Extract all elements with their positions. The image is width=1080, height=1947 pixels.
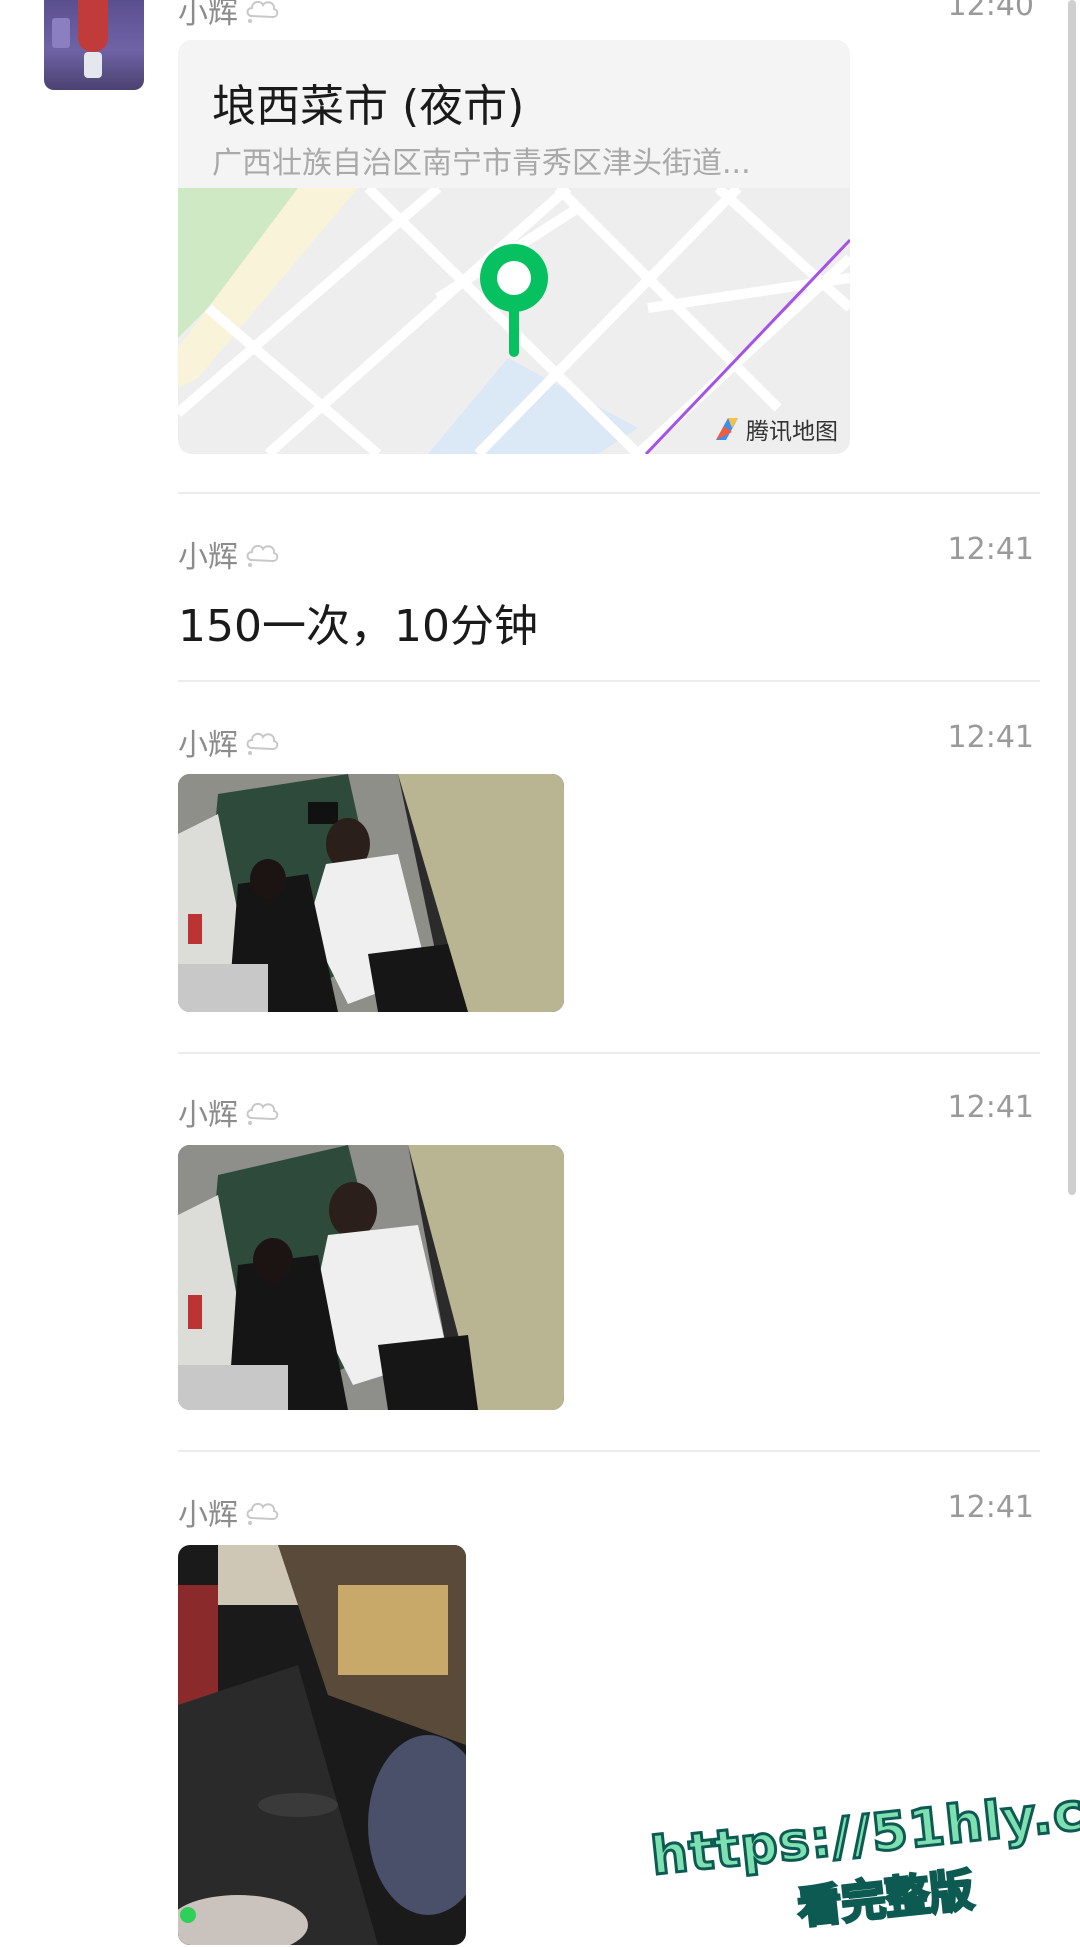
avatar[interactable] [44,0,144,90]
sender-name: 小辉 [178,532,280,576]
thought-bubble-icon [246,0,279,23]
avatar-figure [78,0,108,52]
message-divider [178,492,1040,494]
photo-message[interactable] [178,774,564,1012]
message-time: 12:41 [947,1090,1034,1125]
avatar-figure-base [84,52,102,78]
thought-bubble-icon [246,1102,279,1125]
thought-bubble-icon [246,544,279,567]
message-time: 12:40 [947,0,1034,23]
sender-name: 小辉 [178,0,280,32]
scrollbar-thumb[interactable] [1068,0,1076,1195]
message-time: 12:41 [947,720,1034,755]
sender-name: 小辉 [178,1490,280,1534]
photo-message[interactable] [178,1545,466,1945]
message-divider [178,680,1040,682]
location-header: 埌西菜市 (夜市) 广西壮族自治区南宁市青秀区津头街道... [178,40,850,188]
location-card[interactable]: 埌西菜市 (夜市) 广西壮族自治区南宁市青秀区津头街道... 腾讯地图 [178,40,850,454]
watermark: https://51hly.com 看完整版 [647,1771,1080,1936]
message-divider [178,1450,1040,1452]
message-time: 12:41 [947,532,1034,567]
sender-name: 小辉 [178,1090,280,1134]
location-name: 埌西菜市 (夜市) [212,81,525,132]
thought-bubble-icon [246,732,279,755]
thought-bubble-icon [246,1502,279,1525]
message-divider [178,1052,1040,1054]
message-text[interactable]: 150一次，10分钟 [178,590,538,654]
avatar-detail [52,18,70,48]
map-brand-badge: 腾讯地图 [712,412,838,446]
location-address: 广西壮族自治区南宁市青秀区津头街道... [212,146,751,181]
message-time: 12:41 [947,1490,1034,1525]
tencent-map-logo-icon [716,418,738,440]
photo-message[interactable] [178,1145,564,1410]
sender-name: 小辉 [178,720,280,764]
